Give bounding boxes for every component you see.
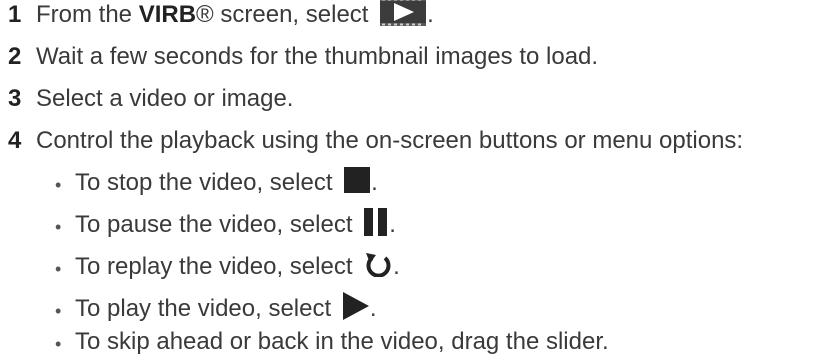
sub-item-text: To stop the video, select .: [75, 166, 378, 200]
step-text: Select a video or image.: [36, 85, 294, 112]
bullet: •: [55, 175, 62, 195]
step-1-end: .: [427, 1, 434, 28]
step-text: Wait a few seconds for the thumbnail ima…: [36, 43, 599, 70]
step-number: 4: [8, 127, 22, 154]
video-play-tile-icon: [380, 0, 427, 33]
sub-item-label: To replay the video, select: [75, 253, 360, 280]
pause-icon: [364, 207, 388, 243]
step-number: 1: [8, 1, 22, 28]
bullet: •: [55, 217, 62, 237]
step-text: From the VIRB ® screen, select .: [36, 0, 434, 33]
sub-item-text: To skip ahead or back in the video, drag…: [75, 328, 609, 355]
sub-item-end: .: [369, 295, 377, 322]
step-text: Control the playback using the on-screen…: [36, 127, 744, 154]
stop-icon: [344, 166, 371, 200]
bullet: •: [55, 301, 62, 321]
sub-item-label: To play the video, select: [75, 295, 338, 322]
sub-item-label: To stop the video, select: [75, 169, 340, 196]
step-number: 3: [8, 85, 22, 112]
play-icon: [342, 291, 369, 327]
bullet: •: [55, 259, 62, 279]
sub-item-end: .: [371, 169, 378, 196]
step-number: 2: [8, 43, 22, 70]
sub-item-end: .: [393, 253, 400, 280]
sub-item-end: .: [389, 211, 396, 238]
step-1-pre: From the: [36, 1, 139, 28]
sub-item-text: To replay the video, select .: [75, 251, 400, 284]
sub-item-text: To play the video, select .: [75, 291, 377, 327]
replay-icon: [364, 251, 392, 284]
virb-label: VIRB: [138, 1, 197, 28]
bullet: •: [55, 334, 62, 354]
sub-item-text: To pause the video, select .: [75, 207, 396, 243]
sub-item-label: To pause the video, select: [75, 211, 360, 238]
step-1-post: ® screen, select: [196, 1, 376, 28]
